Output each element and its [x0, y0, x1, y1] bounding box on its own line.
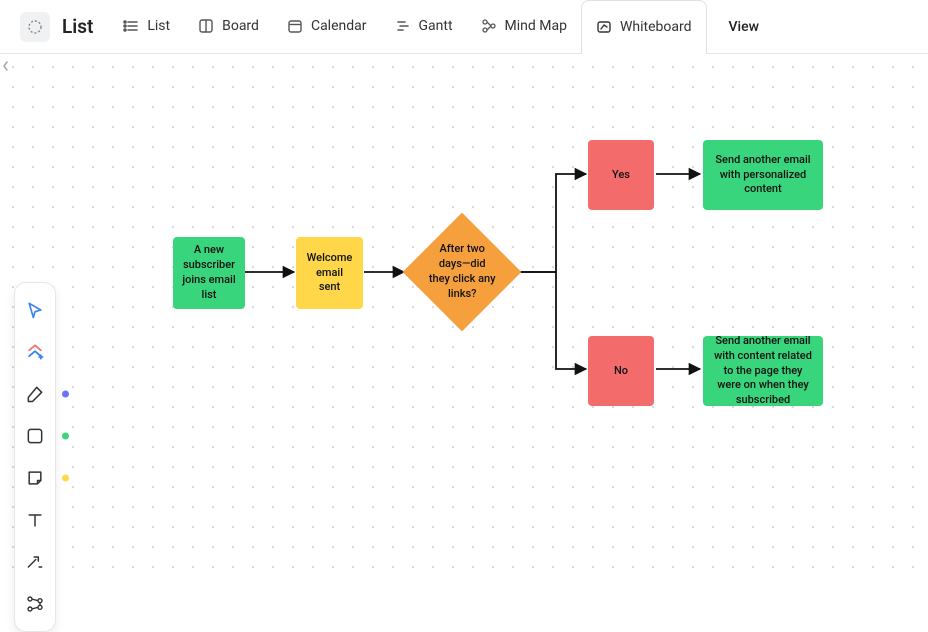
flow-node-n7[interactable]: Send another email with content related … [703, 336, 823, 406]
list-icon [123, 18, 139, 34]
canvas-toolbar [14, 282, 56, 632]
tab-label: Board [222, 18, 259, 34]
tab-label: Calendar [311, 18, 367, 34]
tab-label: List [147, 18, 170, 34]
tab-mindmap[interactable]: Mind Map [467, 0, 581, 54]
tab-whiteboard[interactable]: Whiteboard [581, 0, 707, 54]
top-bar: List List Board Calendar Gantt [0, 0, 928, 54]
view-tabs: List Board Calendar Gantt Mind Map [109, 0, 706, 54]
gantt-icon [395, 18, 411, 34]
tab-calendar[interactable]: Calendar [273, 0, 381, 54]
color-dot-indigo [62, 391, 69, 398]
shape-tool[interactable] [15, 415, 55, 457]
node-text: After two days—did they click any links? [429, 242, 496, 300]
node-text: No [614, 364, 628, 379]
color-dot-green [62, 433, 69, 440]
flow-node-n2[interactable]: Welcome email sent [296, 237, 363, 309]
add-view-button[interactable]: View [707, 19, 774, 35]
tab-label: Whiteboard [620, 19, 692, 35]
node-text: Welcome email sent [304, 251, 355, 296]
color-dot-yellow [62, 475, 69, 482]
mindmap-icon [481, 18, 497, 34]
node-text: A new subscriber joins email list [181, 243, 237, 302]
node-text: Send another email with personalized con… [711, 153, 815, 198]
tab-label: Mind Map [505, 18, 567, 34]
flow-node-n5[interactable]: No [588, 336, 654, 406]
calendar-icon [287, 18, 303, 34]
board-icon [198, 18, 214, 34]
page-title[interactable]: List [62, 15, 93, 38]
flow-node-n6[interactable]: Send another email with personalized con… [703, 140, 823, 210]
tab-list[interactable]: List [109, 0, 184, 54]
tab-gantt[interactable]: Gantt [381, 0, 467, 54]
connector-tool[interactable] [15, 541, 55, 583]
flow-node-n4[interactable]: Yes [588, 140, 654, 210]
pen-tool[interactable] [15, 373, 55, 415]
text-tool[interactable] [15, 499, 55, 541]
add-view-label: View [729, 19, 760, 35]
list-title-icon[interactable] [20, 12, 50, 42]
sticky-note-tool[interactable] [15, 457, 55, 499]
pointer-tool[interactable] [15, 289, 55, 331]
more-shapes-tool[interactable] [15, 583, 55, 625]
tab-board[interactable]: Board [184, 0, 273, 54]
node-text: Send another email with content related … [711, 334, 815, 408]
title-wrap: List [20, 12, 93, 42]
ai-tool[interactable] [15, 331, 55, 373]
flow-node-n1[interactable]: A new subscriber joins email list [173, 237, 245, 309]
node-text: Yes [612, 168, 630, 183]
whiteboard-icon [596, 19, 612, 35]
tab-label: Gantt [419, 18, 453, 34]
whiteboard-canvas[interactable]: A new subscriber joins email list Welcom… [0, 54, 928, 584]
